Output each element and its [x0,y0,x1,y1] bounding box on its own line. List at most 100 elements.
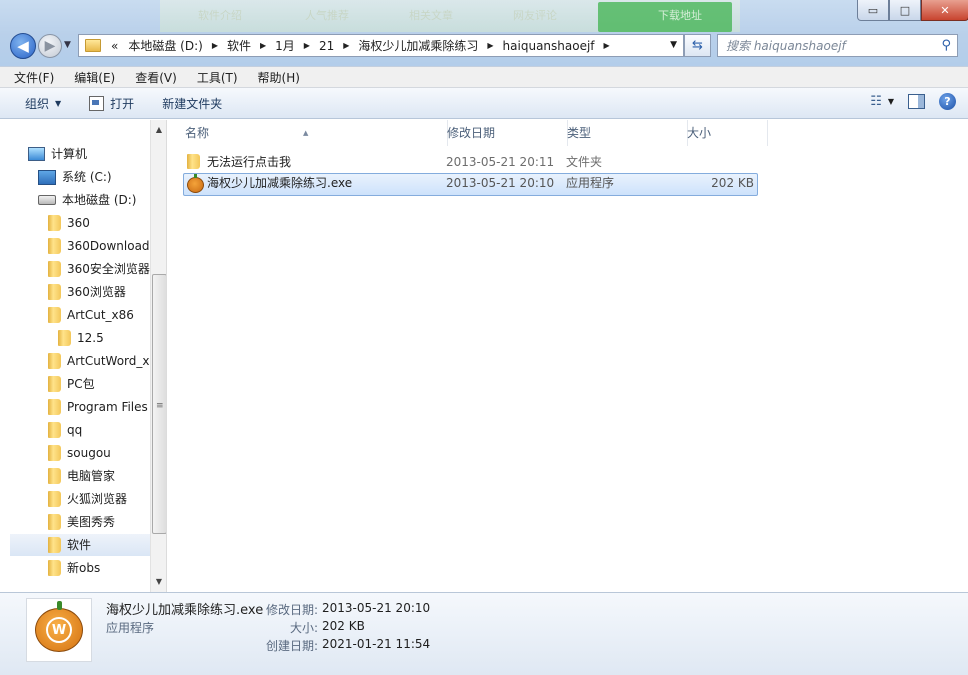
details-modified-value: 2013-05-21 20:10 [322,601,431,615]
folder-icon [48,284,61,300]
nav-folder[interactable]: 360 [48,212,90,234]
menu-bar: 文件(F) 编辑(E) 查看(V) 工具(T) 帮助(H) [0,66,968,88]
nav-drive-d[interactable]: 本地磁盘 (D:) [38,189,136,211]
nav-folder[interactable]: 电脑管家 [48,465,115,487]
breadcrumb-overflow[interactable]: « [106,39,123,53]
back-button[interactable]: ◀ [10,33,36,59]
column-header-type[interactable]: 类型 [561,120,688,146]
menu-help[interactable]: 帮助(H) [254,69,304,86]
nav-folder[interactable]: 360Download [48,235,150,257]
nav-folder[interactable]: 火狐浏览器 [48,488,127,510]
scroll-up-icon[interactable]: ▲ [151,122,167,138]
search-icon[interactable]: ⚲ [941,38,951,53]
organize-button[interactable]: 组织 ▼ [16,92,70,114]
scroll-down-icon[interactable]: ▼ [151,574,167,590]
folder-icon [48,307,61,323]
nav-folder[interactable]: Program Files [48,396,148,418]
chevron-right-icon[interactable]: ▶ [208,41,222,50]
nav-folder[interactable]: 360安全浏览器 [48,258,150,280]
nav-label: 美图秀秀 [67,515,116,529]
chevron-right-icon[interactable]: ▶ [600,41,614,50]
nav-folder[interactable]: 360浏览器 [48,281,126,303]
minimize-button[interactable]: ▭ [857,0,889,21]
nav-label: 软件 [67,538,92,552]
details-created-value: 2021-01-21 11:54 [322,637,431,651]
nav-folder[interactable]: 新obs [48,557,100,579]
sort-arrow-icon: ▲ [303,129,309,137]
folder-icon [48,491,61,507]
nav-label: 计算机 [51,147,88,161]
address-dropdown-icon[interactable]: ▼ [670,40,677,50]
computer-icon [28,147,45,161]
breadcrumb-item[interactable]: haiquanshaoejf [498,39,600,53]
scroll-thumb[interactable]: ≡ [152,274,167,534]
organize-label: 组织 [25,96,50,111]
open-button[interactable]: 打开 [80,92,143,114]
chevron-right-icon[interactable]: ▶ [300,41,314,50]
folder-icon [187,154,200,169]
arrow-left-icon: ◀ [17,37,29,55]
nav-folder[interactable]: sougou [48,442,111,464]
nav-computer[interactable]: 计算机 [28,143,87,165]
background-tab: 相关文章 [409,9,453,22]
breadcrumb-item[interactable]: 海权少儿加减乘除练习 [353,37,483,54]
chevron-down-icon: ▼ [55,98,62,108]
search-input[interactable]: 搜索 haiquanshaoejf ⚲ [717,34,958,57]
nav-folder[interactable]: ArtCut_x86 [48,304,134,326]
chevron-right-icon[interactable]: ▶ [483,41,497,50]
nav-folder[interactable]: 美图秀秀 [48,511,115,533]
wordpress-logo-icon: W [46,617,72,643]
nav-folder-selected[interactable]: 软件 [10,534,150,556]
nav-drive-c[interactable]: 系统 (C:) [38,166,112,188]
close-button[interactable]: ✕ [921,0,968,21]
grip-icon: ≡ [156,401,164,411]
nav-label: 12.5 [77,331,104,345]
breadcrumb-item[interactable]: 软件 [222,37,256,54]
help-icon[interactable]: ? [939,93,956,110]
column-label: 名称 [185,126,210,140]
window-controls: ▭ □ ✕ [857,0,968,21]
column-header-name[interactable]: 名称 ▲ [179,120,448,146]
menu-edit[interactable]: 编辑(E) [70,69,119,86]
recent-pages-dropdown[interactable]: ▼ [64,40,71,50]
nav-label: 新obs [67,561,101,575]
breadcrumb-item[interactable]: 21 [314,39,339,53]
folder-icon [48,560,61,576]
preview-pane-icon[interactable] [908,94,925,109]
file-modified: 2013-05-21 20:11 [446,155,555,169]
chevron-right-icon[interactable]: ▶ [256,41,270,50]
chevron-down-icon[interactable]: ▼ [888,97,894,106]
breadcrumb-item[interactable]: 1月 [270,37,300,54]
column-header-size[interactable]: 大小 [681,120,768,146]
file-row-selected[interactable]: 海权少儿加减乘除练习.exe 2013-05-21 20:10 应用程序 202… [183,173,758,196]
chevron-right-icon[interactable]: ▶ [339,41,353,50]
nav-label: 火狐浏览器 [67,492,128,506]
file-row[interactable]: 无法运行点击我 2013-05-21 20:11 文件夹 [183,152,756,173]
nav-folder[interactable]: ArtCutWord_x [48,350,149,372]
refresh-icon: ⇆ [692,38,703,53]
nav-folder[interactable]: 12.5 [58,327,104,349]
new-folder-button[interactable]: 新建文件夹 [153,92,231,114]
file-name: 无法运行点击我 [207,155,292,169]
nav-folder[interactable]: qq [48,419,82,441]
folder-icon [58,330,71,346]
nav-label: 360浏览器 [67,285,126,299]
breadcrumb: « 本地磁盘 (D:) ▶ 软件 ▶ 1月 ▶ 21 ▶ 海权少儿加减乘除练习 ▶ hai… [106,37,614,54]
nav-scrollbar[interactable]: ▲ ≡ ▼ [150,120,167,592]
menu-file[interactable]: 文件(F) [10,69,58,86]
folder-icon [48,445,61,461]
menu-tools[interactable]: 工具(T) [193,69,242,86]
menu-view[interactable]: 查看(V) [131,69,181,86]
forward-button[interactable]: ▶ [38,34,62,58]
drive-icon [38,195,56,205]
folder-icon [85,39,101,52]
maximize-button[interactable]: □ [889,0,921,21]
address-bar[interactable]: « 本地磁盘 (D:) ▶ 软件 ▶ 1月 ▶ 21 ▶ 海权少儿加减乘除练习 ▶ hai… [78,34,684,57]
view-options-icon[interactable]: ☷ [870,94,882,109]
column-header-modified[interactable]: 修改日期 [441,120,568,146]
nav-folder[interactable]: PC包 [48,373,95,395]
pumpkin-app-icon: W [35,601,83,652]
refresh-button[interactable]: ⇆ [684,34,711,57]
breadcrumb-item[interactable]: 本地磁盘 (D:) [123,37,207,54]
search-placeholder: 搜索 haiquanshaoejf [726,39,846,53]
